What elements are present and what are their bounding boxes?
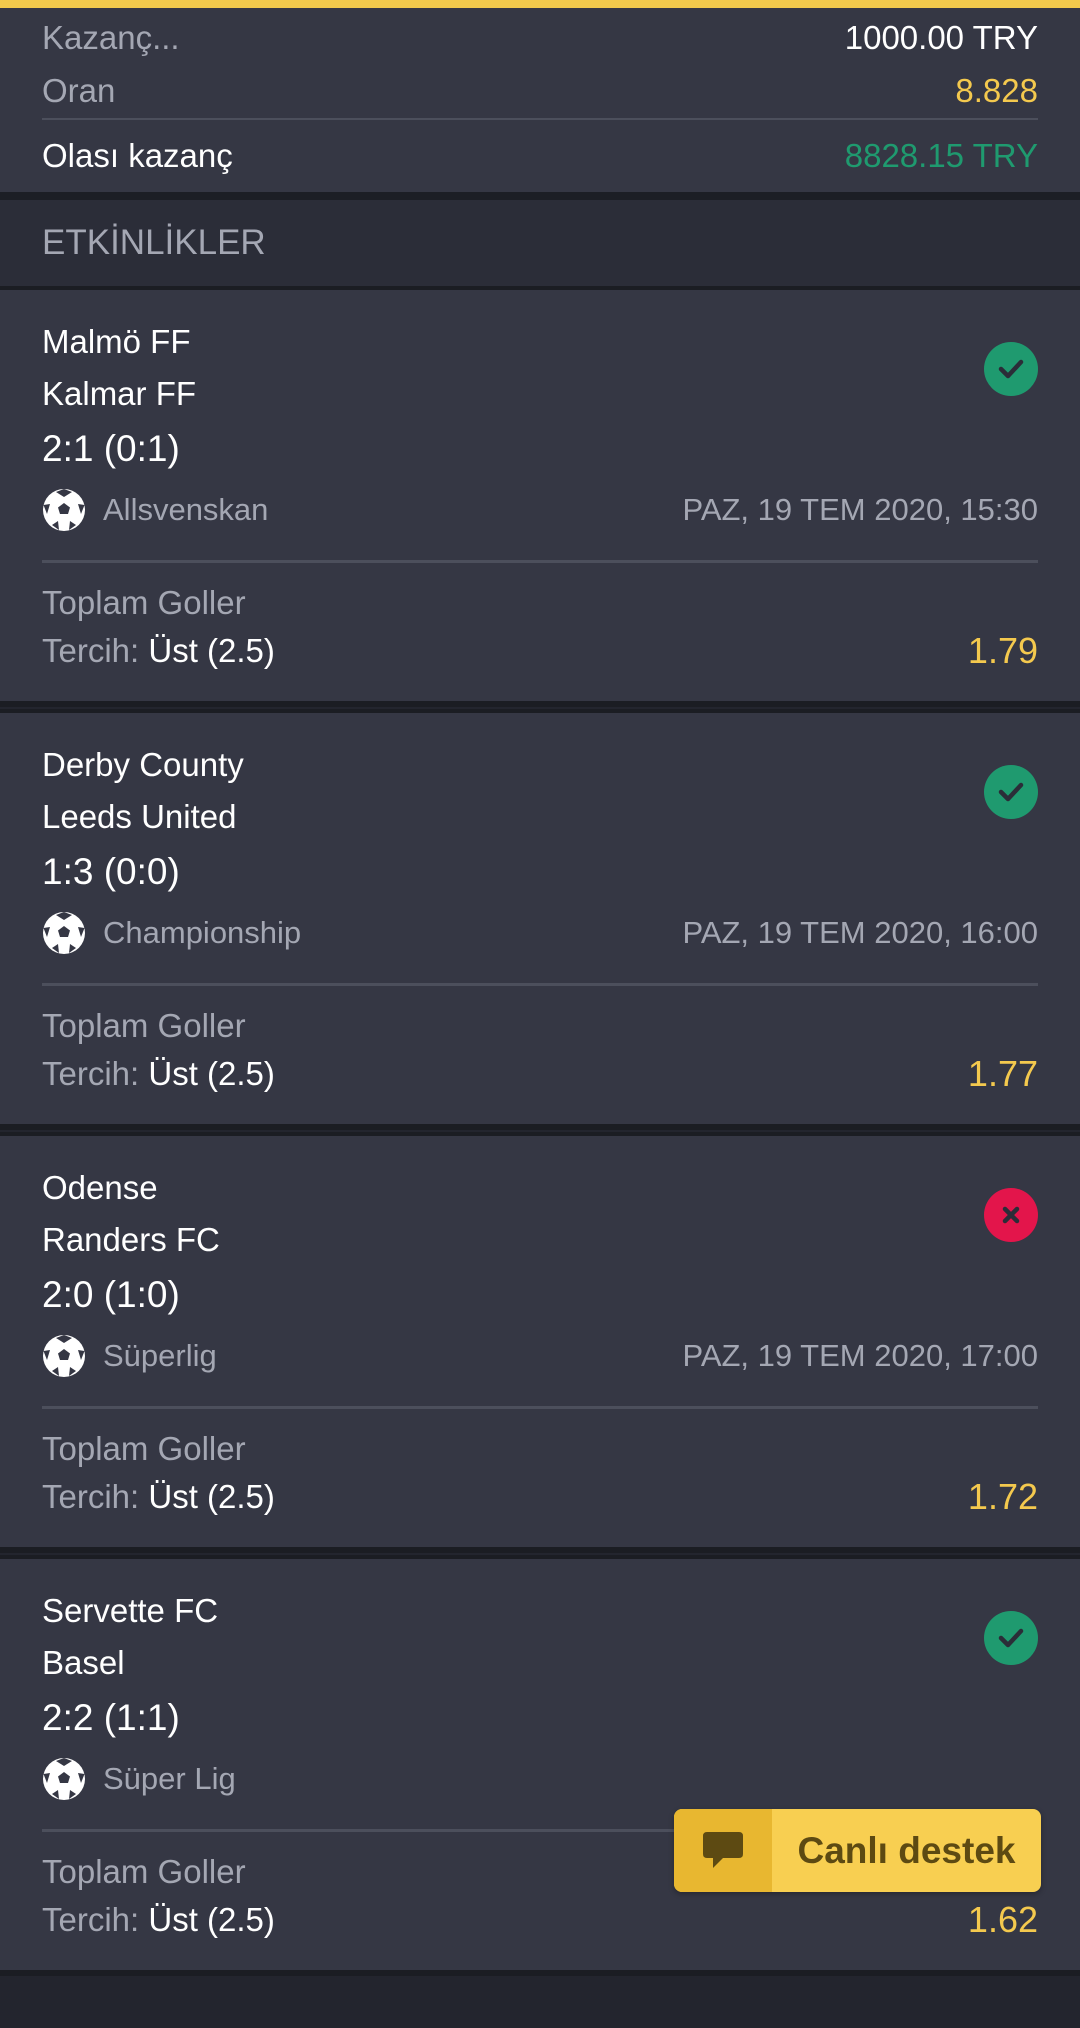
event-card[interactable]: Derby County Leeds United 1:3 (0:0) Cham… [0,709,1080,1130]
potential-win-label: Olası kazanç [42,137,233,174]
preference-label: Tercih: [42,1055,140,1092]
preference-value: Üst (2.5) [148,632,275,669]
event-meta: Süperlig PAZ, 19 TEM 2020, 17:00 [42,1324,1038,1388]
potential-win-row: Olası kazanç 8828.15 TRY [42,120,1038,192]
section-header: ETKİNLİKLER [0,200,1080,286]
preference-row: Tercih: Üst (2.5) 1.79 [42,627,1038,675]
check-icon [998,359,1024,379]
home-team: Odense [42,1169,158,1206]
soccer-ball-icon [43,1335,85,1377]
preference-value: Üst (2.5) [148,1478,275,1515]
preference-value: Üst (2.5) [148,1901,275,1938]
chat-bubble-icon [703,1831,743,1868]
league-name: Championship [103,915,302,950]
preference-label: Tercih: [42,1901,140,1938]
market-name: Toplam Goller [42,1007,246,1044]
total-odds-value: 8.828 [955,72,1038,109]
selection-odds: 1.79 [967,630,1038,671]
league-name: Süper Lig [103,1761,236,1796]
league: Süperlig [42,1334,217,1378]
selection-odds: 1.62 [967,1899,1038,1940]
event-card[interactable]: Servette FC Basel 2:2 (1:1) Süper Lig To… [0,1555,1080,1976]
soccer-ball-icon [43,489,85,531]
home-team: Derby County [42,746,244,783]
status-badge [984,765,1038,819]
away-team: Leeds United [42,798,237,835]
match-score: 2:0 (1:0) [42,1274,180,1315]
preference-row: Tercih: Üst (2.5) 1.77 [42,1050,1038,1098]
league: Süper Lig [42,1757,236,1801]
home-team: Servette FC [42,1592,219,1629]
league-name: Süperlig [103,1338,217,1373]
status-badge [984,1611,1038,1665]
event-meta: Allsvenskan PAZ, 19 TEM 2020, 15:30 [42,478,1038,542]
preference-label: Tercih: [42,632,140,669]
close-icon [1002,1206,1020,1224]
match-score: 1:3 (0:0) [42,851,180,892]
preference-label: Tercih: [42,1478,140,1515]
selection-odds: 1.72 [967,1476,1038,1517]
stake-row: Kazanç... 1000.00 TRY [42,8,1038,64]
event-meta: Süper Lig [42,1747,1038,1811]
soccer-ball-icon [43,912,85,954]
event-date: PAZ, 19 TEM 2020, 15:30 [682,492,1038,527]
preference-row: Tercih: Üst (2.5) 1.72 [42,1473,1038,1521]
event-list: Malmö FF Kalmar FF 2:1 (0:1) Allsvenskan… [0,286,1080,1976]
live-support-button[interactable]: Canlı destek [674,1809,1041,1892]
preference-value: Üst (2.5) [148,1055,275,1092]
event-date: PAZ, 19 TEM 2020, 17:00 [682,1338,1038,1373]
preference-row: Tercih: Üst (2.5) 1.62 [42,1896,1038,1944]
event-card[interactable]: Odense Randers FC 2:0 (1:0) Süperlig PAZ… [0,1132,1080,1553]
stake-label: Kazanç... [42,19,180,56]
bet-summary: Kazanç... 1000.00 TRY Oran 8.828 Olası k… [0,8,1080,192]
match-score: 2:1 (0:1) [42,428,180,469]
away-team: Kalmar FF [42,375,197,412]
event-card[interactable]: Malmö FF Kalmar FF 2:1 (0:1) Allsvenskan… [0,286,1080,707]
league: Allsvenskan [42,488,268,532]
status-badge [984,342,1038,396]
league: Championship [42,911,301,955]
event-date: PAZ, 19 TEM 2020, 16:00 [682,915,1038,950]
event-meta: Championship PAZ, 19 TEM 2020, 16:00 [42,901,1038,965]
potential-win-value: 8828.15 TRY [844,137,1038,174]
market-name: Toplam Goller [42,584,246,621]
separator [0,192,1080,200]
match-score: 2:2 (1:1) [42,1697,180,1738]
market-name: Toplam Goller [42,1430,246,1467]
league-name: Allsvenskan [103,492,269,527]
check-icon [998,1628,1024,1648]
odds-row: Oran 8.828 [42,64,1038,120]
away-team: Randers FC [42,1221,220,1258]
status-badge [984,1188,1038,1242]
top-accent-bar [0,0,1080,8]
selection-odds: 1.77 [967,1053,1038,1094]
check-icon [998,782,1024,802]
odds-label: Oran [42,72,116,109]
away-team: Basel [42,1644,125,1681]
stake-value: 1000.00 TRY [844,19,1038,56]
home-team: Malmö FF [42,323,191,360]
support-icon-wrap [674,1809,772,1892]
support-label: Canlı destek [797,1829,1016,1871]
soccer-ball-icon [43,1758,85,1800]
